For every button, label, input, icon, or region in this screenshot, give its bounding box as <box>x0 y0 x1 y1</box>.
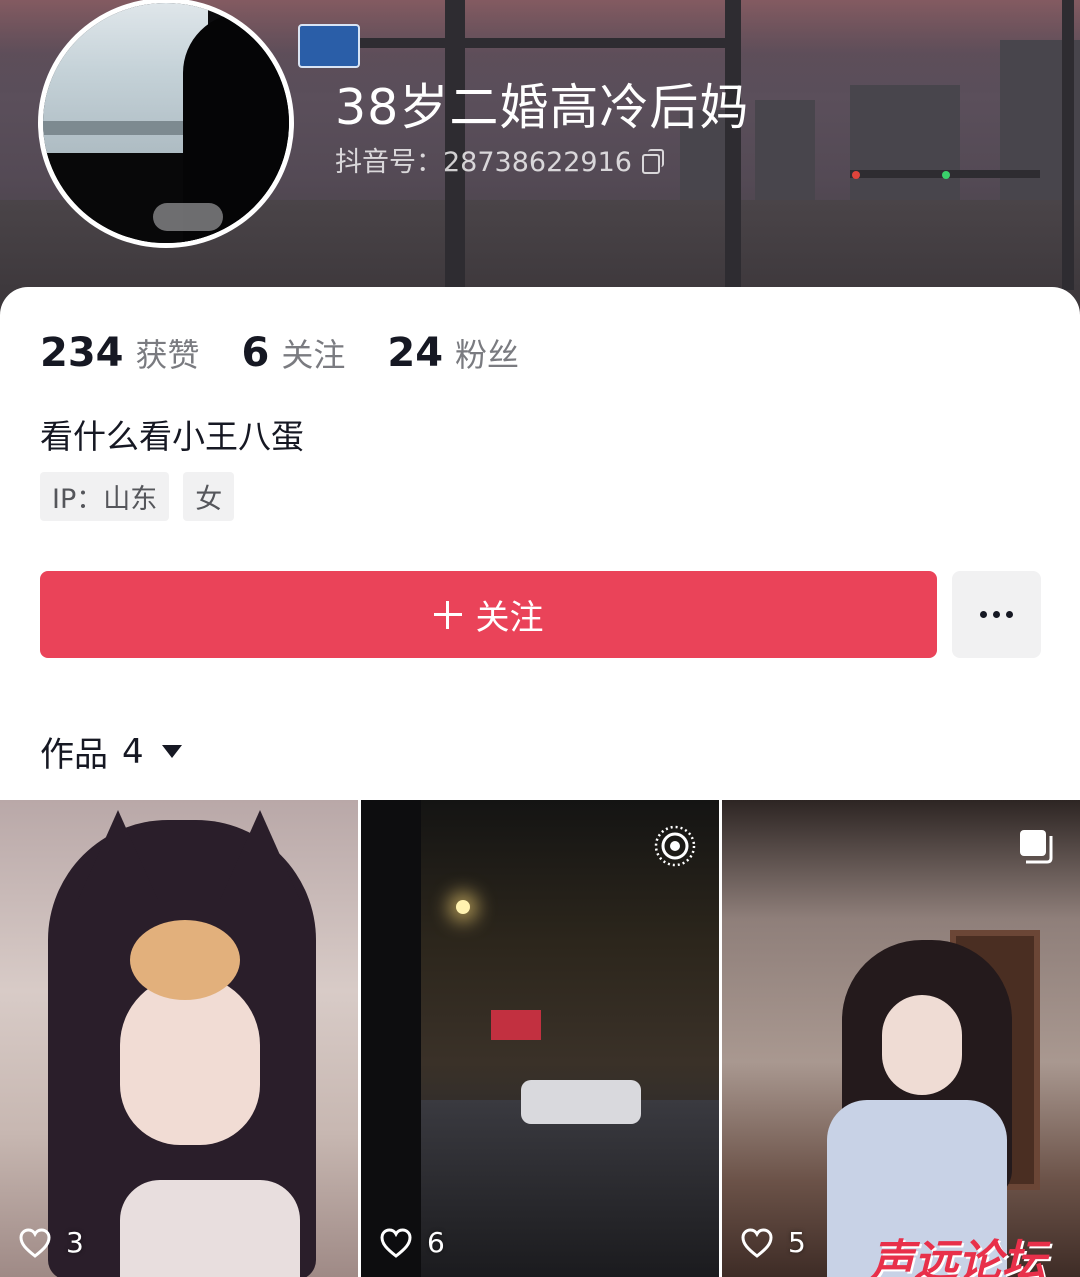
thumb-art <box>78 810 158 900</box>
stat-following[interactable]: 6 关注 <box>242 330 346 376</box>
thumb-art <box>361 800 421 1277</box>
traffic-light <box>852 171 860 179</box>
avatar[interactable] <box>38 0 294 248</box>
bio-text: 看什么看小王八蛋 <box>40 417 304 456</box>
thumb-art <box>882 995 962 1095</box>
thumb-art <box>456 900 470 914</box>
heart-icon <box>380 1227 412 1258</box>
stat-label: 粉丝 <box>455 336 520 374</box>
thumb-art <box>491 1010 541 1040</box>
traffic-pole <box>725 0 741 290</box>
stat-value: 234 <box>40 330 124 376</box>
works-tab[interactable]: 作品 4 <box>40 727 182 776</box>
heart-icon <box>19 1227 51 1258</box>
likes-count: 6 <box>427 1226 445 1259</box>
video-thumbnail[interactable]: 3 <box>0 800 358 1277</box>
video-likes: 6 <box>379 1226 445 1259</box>
plus-icon <box>433 600 462 629</box>
thumb-art <box>120 1180 300 1277</box>
profile-tags: IP：山东 女 <box>40 472 235 521</box>
caret-down-icon <box>161 745 182 758</box>
stat-label: 关注 <box>281 336 346 374</box>
stat-label: 获赞 <box>135 336 200 374</box>
stat-value: 24 <box>387 330 444 376</box>
video-grid: 3 6 5 <box>0 800 1080 1277</box>
stat-followers[interactable]: 24 粉丝 <box>387 330 519 376</box>
profile-cover: 38岁二婚高冷后妈 抖音号：28738622916 <box>0 0 1080 320</box>
traffic-pole <box>1062 0 1074 290</box>
stat-value: 6 <box>241 330 270 376</box>
more-dots-icon <box>980 611 1013 618</box>
thumb-art <box>521 1080 641 1124</box>
traffic-light <box>942 171 950 179</box>
tag-ip-location: IP：山东 <box>40 472 170 521</box>
video-likes: 3 <box>18 1226 84 1259</box>
video-thumbnail[interactable]: 6 <box>361 800 719 1277</box>
works-label: 作品 <box>40 735 108 775</box>
thumb-art <box>220 810 300 900</box>
stat-likes[interactable]: 234 获赞 <box>40 330 200 376</box>
follow-label: 关注 <box>475 598 544 638</box>
traffic-arm <box>300 38 730 48</box>
video-thumbnail[interactable]: 5 <box>722 800 1080 1277</box>
live-photo-icon <box>654 825 696 867</box>
avatar-hand <box>153 203 223 231</box>
more-button[interactable] <box>952 571 1041 658</box>
follow-button[interactable]: 关注 <box>40 571 937 658</box>
thumb-art <box>120 975 260 1145</box>
tag-gender: 女 <box>183 472 235 521</box>
copy-icon[interactable] <box>640 148 664 174</box>
road-sign <box>298 24 360 68</box>
multi-image-icon <box>1020 830 1053 864</box>
douyin-id: 抖音号：28738622916 <box>335 147 632 178</box>
likes-count: 3 <box>66 1226 84 1259</box>
douyin-id-row[interactable]: 抖音号：28738622916 <box>335 140 664 179</box>
works-count: 4 <box>122 731 144 772</box>
watermark-logo: 声远论坛 <box>870 1236 1046 1277</box>
video-likes: 5 <box>740 1226 806 1259</box>
heart-icon <box>741 1227 773 1258</box>
thumb-art <box>130 920 240 1000</box>
username: 38岁二婚高冷后妈 <box>335 79 750 136</box>
likes-count: 5 <box>788 1226 806 1259</box>
stats-row: 234 获赞 6 关注 24 粉丝 <box>40 330 519 376</box>
